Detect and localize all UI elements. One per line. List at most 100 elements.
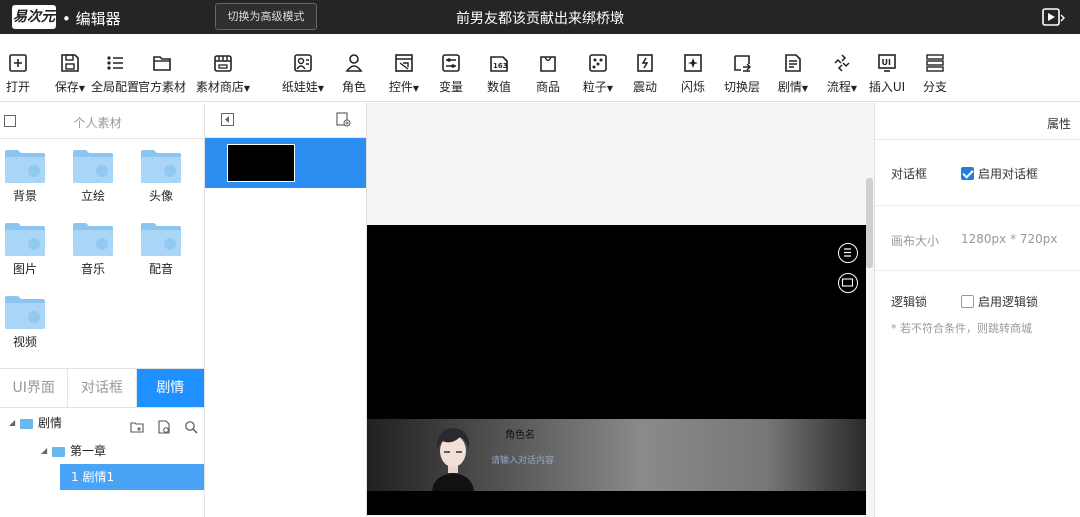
toolbar-label: 数值 [486,80,511,94]
logic-lock-label: 逻辑锁 [891,295,928,309]
asset-folder-music[interactable]: 音乐 [63,221,123,277]
layer-switch-icon [734,55,751,72]
main-toolbar: 打开 保存▼ 全局配置 官方素材 素材商店▼ 纸娃娃▼ 角色 控件▼ 变量 163 数值 商品 粒子▼ 震… [0,34,1080,102]
toolbar-bag-button[interactable]: 商品 [523,52,573,96]
folder-icon [153,56,171,71]
toolbar-label: 震动 [632,80,657,94]
toolbar-document-button[interactable]: 剧情▼ [768,52,818,96]
store-icon [214,55,232,72]
expand-arrow-icon[interactable]: ◢ [9,410,15,436]
add-folder-icon[interactable] [130,417,144,433]
properties-panel: 属性 对话框 启用对话框 画布大小 1280px * 720px 逻辑锁 启用逻… [875,103,1080,517]
asset-folder-label: 背景 [12,189,37,203]
person-icon [345,54,363,72]
asset-folder-image[interactable]: 图片 [0,221,55,277]
character-name-label: 角色名 [505,430,535,441]
tab-ui[interactable]: UI界面 [0,369,69,407]
gallery-icon[interactable] [838,273,858,293]
checkbox-checked-icon[interactable] [961,167,974,180]
canvas-scrollbar[interactable] [866,178,873,268]
sliders-icon [442,54,460,72]
toolbar-label: 角色 [341,80,366,94]
checkbox-unchecked-icon[interactable] [961,295,974,308]
tab-story[interactable]: 剧情 [136,369,204,407]
asset-folder-label: 立绘 [80,189,105,203]
folder-music-icon [73,223,113,256]
play-preview-button[interactable] [1041,7,1067,27]
canvas-area: 角色名 请输入对话内容 [367,103,875,517]
toolbar-label: 打开 [5,80,30,94]
enable-dialog-checkbox[interactable]: 启用对话框 [961,165,1038,182]
shake-icon [637,54,653,72]
number-icon: 163 [490,56,508,72]
stage-canvas[interactable]: 角色名 请输入对话内容 [367,225,866,515]
toolbar-label: 流程 [826,80,851,94]
folder-video-icon [5,296,45,329]
play-icon [1042,8,1065,26]
toolbar-ui-button[interactable]: UI 插入UI [857,52,917,96]
asset-folder-palette[interactable]: 背景 [0,148,55,204]
folder-palette-icon [5,150,45,183]
tree-chapter[interactable]: ◢ 第一章 [0,438,204,464]
collapse-left-icon[interactable] [221,113,234,126]
properties-title: 属性 [1046,117,1071,131]
enable-logic-lock-checkbox[interactable]: 启用逻辑锁 [961,293,1038,310]
toolbar-label: 素材商店 [195,80,244,94]
toolbar-label: 纸娃娃 [281,80,318,94]
branch-icon [926,54,944,72]
tree-chapter-label: 第一章 [70,444,107,458]
switch-advanced-mode-button[interactable]: 切换为高级模式 [215,3,317,30]
widget-icon [395,54,413,72]
asset-folder-person[interactable]: 立绘 [63,148,123,204]
dropdown-caret-icon: ▼ [412,84,420,93]
toolbar-label: 控件 [388,80,413,94]
toolbar-plus-box-button[interactable]: 打开 [0,52,43,96]
folder-image-icon [5,223,45,256]
search-icon[interactable] [184,417,198,433]
canvas-size-row: 画布大小 1280px * 720px [875,206,1080,271]
list-menu-icon[interactable] [838,243,858,263]
toolbar-label: 剧情 [777,80,802,94]
asset-folder-voice[interactable]: 配音 [131,221,191,277]
flash-icon [684,54,702,72]
asset-folder-label: 头像 [148,189,173,203]
enable-logic-lock-label: 启用逻辑锁 [978,295,1039,309]
tab-dialog[interactable]: 对话框 [68,369,137,407]
toolbar-flash-button[interactable]: 闪烁 [668,52,718,96]
scene-item-selected[interactable] [205,138,366,188]
toolbar-layer-switch-button[interactable]: 切换层 [717,52,767,96]
title-bar: 易次元 • 编辑器 切换为高级模式 前男友都该贡献出来绑桥墩 [0,0,1080,34]
toolbar-person-button[interactable]: 角色 [329,52,379,96]
asset-folder-label: 图片 [12,262,37,276]
toolbar-label: 切换层 [723,80,760,94]
scene-thumbnail [227,144,295,182]
add-file-icon[interactable] [157,417,171,434]
asset-folder-video[interactable]: 视频 [0,294,55,350]
toolbar-label: 分支 [922,80,947,94]
bag-icon [540,56,556,72]
properties-header: 属性 [875,103,1080,140]
toolbar-label: 粒子 [582,80,607,94]
svg-text:163: 163 [493,62,508,70]
scene-list-header [205,103,366,138]
toolbar-folder-button[interactable]: 官方素材 [132,52,192,96]
expand-arrow-icon[interactable]: ◢ [41,438,47,464]
dropdown-caret-icon: ▼ [606,84,614,93]
canvas-size-label: 画布大小 [891,234,940,248]
toolbar-store-button[interactable]: 素材商店▼ [193,52,253,96]
toolbar-sliders-button[interactable]: 变量 [426,52,476,96]
tree-story-item[interactable]: 1 剧情1 [60,464,204,490]
asset-folder-head[interactable]: 头像 [131,148,191,204]
toolbar-branch-button[interactable]: 分支 [910,52,960,96]
toolbar-widget-button[interactable]: 控件▼ [379,52,429,96]
logic-lock-note: * 若不符合条件，则跳转商城 [891,322,1032,335]
toolbar-number-button[interactable]: 163 数值 [474,52,524,96]
list-icon [107,56,123,70]
toolbar-doll-button[interactable]: 纸娃娃▼ [278,52,328,96]
app-name: • 编辑器 [62,10,121,28]
add-scene-icon[interactable] [336,112,351,127]
folder-icon [20,418,33,429]
toolbar-shake-button[interactable]: 震动 [620,52,670,96]
toolbar-particle-button[interactable]: 粒子▼ [573,52,623,96]
tree-root-story[interactable]: ◢ 剧情 [0,410,204,436]
